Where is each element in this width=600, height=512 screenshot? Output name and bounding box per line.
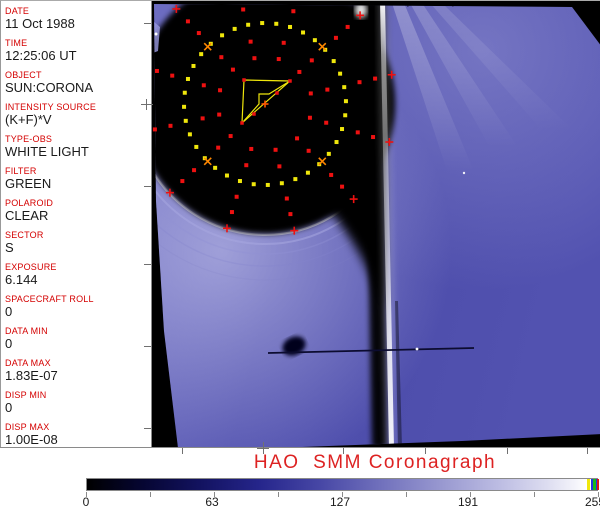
field-label: TYPE-OBS bbox=[5, 134, 53, 144]
metadata-field-date: DATE 11 Oct 1988 bbox=[5, 6, 149, 31]
metadata-panel: DATE 11 Oct 1988 TIME 12:25:06 UT OBJECT… bbox=[1, 1, 150, 448]
colorbar-tick-label: 191 bbox=[457, 495, 479, 509]
field-label: SPACECRAFT ROLL bbox=[5, 294, 94, 304]
colorbar-tick-label: 255 bbox=[584, 495, 600, 509]
bright-point bbox=[415, 347, 419, 351]
field-label: DATA MIN bbox=[5, 326, 48, 336]
metadata-field-type-obs: TYPE-OBS WHITE LIGHT bbox=[5, 134, 149, 159]
field-value: 1.00E-08 bbox=[5, 432, 58, 447]
field-value: (K+F)*V bbox=[5, 112, 52, 127]
field-label: SECTOR bbox=[5, 230, 44, 240]
axis-tick bbox=[144, 346, 151, 347]
data-frame bbox=[154, 4, 600, 448]
field-value: 12:25:06 UT bbox=[5, 48, 77, 63]
colorbar-tick-label: 127 bbox=[329, 495, 351, 509]
axis-tick bbox=[144, 186, 151, 187]
field-value: GREEN bbox=[5, 176, 52, 191]
field-label: OBJECT bbox=[5, 70, 42, 80]
axis-tick bbox=[144, 264, 151, 265]
metadata-field-spacecraft-roll: SPACECRAFT ROLL 0 bbox=[5, 294, 149, 319]
metadata-field-filter: FILTER GREEN bbox=[5, 166, 149, 191]
colorbar-tick bbox=[278, 492, 279, 497]
axis-tick bbox=[507, 448, 508, 454]
metadata-field-data-min: DATA MIN 0 bbox=[5, 326, 149, 351]
field-label: TIME bbox=[5, 38, 28, 48]
axis-tick bbox=[425, 448, 426, 454]
field-value: 0 bbox=[5, 304, 13, 319]
axis-tick bbox=[182, 448, 183, 454]
axis-tick bbox=[587, 448, 588, 454]
field-label: EXPOSURE bbox=[5, 262, 57, 272]
axis-tick bbox=[144, 23, 151, 24]
bright-point bbox=[462, 171, 466, 175]
metadata-field-intensity-source: INTENSITY SOURCE (K+F)*V bbox=[5, 102, 149, 127]
coronagraph-svg bbox=[152, 1, 600, 448]
field-label: DISP MIN bbox=[5, 390, 47, 400]
metadata-field-time: TIME 12:25:06 UT bbox=[5, 38, 149, 63]
metadata-field-sector: SECTOR S bbox=[5, 230, 149, 255]
field-label: POLAROID bbox=[5, 198, 54, 208]
axis-major-tick bbox=[263, 442, 264, 454]
colorbar-tick-label: 63 bbox=[205, 495, 219, 509]
field-label: DATE bbox=[5, 6, 30, 16]
field-label: FILTER bbox=[5, 166, 37, 176]
metadata-field-data-max: DATA MAX 1.83E-07 bbox=[5, 358, 149, 383]
smm-coronagraph-viewer: DATE 11 Oct 1988 TIME 12:25:06 UT OBJECT… bbox=[0, 0, 600, 512]
field-value: S bbox=[5, 240, 14, 255]
colorbar-tick bbox=[406, 492, 407, 497]
colorbar-tick bbox=[534, 492, 535, 497]
field-value: 6.144 bbox=[5, 272, 38, 287]
field-label: DATA MAX bbox=[5, 358, 51, 368]
colorbar-tick-label: 0 bbox=[82, 495, 90, 509]
metadata-field-disp-max: DISP MAX 1.00E-08 bbox=[5, 422, 149, 447]
caption-title: HAO SMM Coronagraph bbox=[253, 452, 497, 473]
axis-tick bbox=[343, 448, 344, 454]
metadata-field-disp-min: DISP MIN 0 bbox=[5, 390, 149, 415]
field-value: CLEAR bbox=[5, 208, 49, 223]
colorbar-tick bbox=[150, 492, 151, 497]
coronagraph-image[interactable] bbox=[151, 1, 600, 448]
metadata-field-object: OBJECT SUN:CORONA bbox=[5, 70, 149, 95]
axis-major-tick bbox=[146, 99, 147, 110]
field-label: DISP MAX bbox=[5, 422, 50, 432]
field-value: 0 bbox=[5, 400, 13, 415]
axis-tick bbox=[144, 428, 151, 429]
figure-bottom-border bbox=[0, 447, 600, 448]
colorbar bbox=[86, 478, 599, 491]
figure-frame: DATE 11 Oct 1988 TIME 12:25:06 UT OBJECT… bbox=[0, 0, 600, 448]
metadata-field-exposure: EXPOSURE 6.144 bbox=[5, 262, 149, 287]
field-value: 1.83E-07 bbox=[5, 368, 58, 383]
field-value: SUN:CORONA bbox=[5, 80, 94, 95]
field-value: 0 bbox=[5, 336, 13, 351]
field-label: INTENSITY SOURCE bbox=[5, 102, 97, 112]
field-value: 11 Oct 1988 bbox=[5, 16, 75, 31]
metadata-field-polaroid: POLAROID CLEAR bbox=[5, 198, 149, 223]
colorbar-end-stripe bbox=[597, 479, 599, 490]
corner-bright-dot bbox=[154, 32, 158, 36]
field-value: WHITE LIGHT bbox=[5, 144, 89, 159]
axis-major-tick bbox=[141, 104, 153, 105]
